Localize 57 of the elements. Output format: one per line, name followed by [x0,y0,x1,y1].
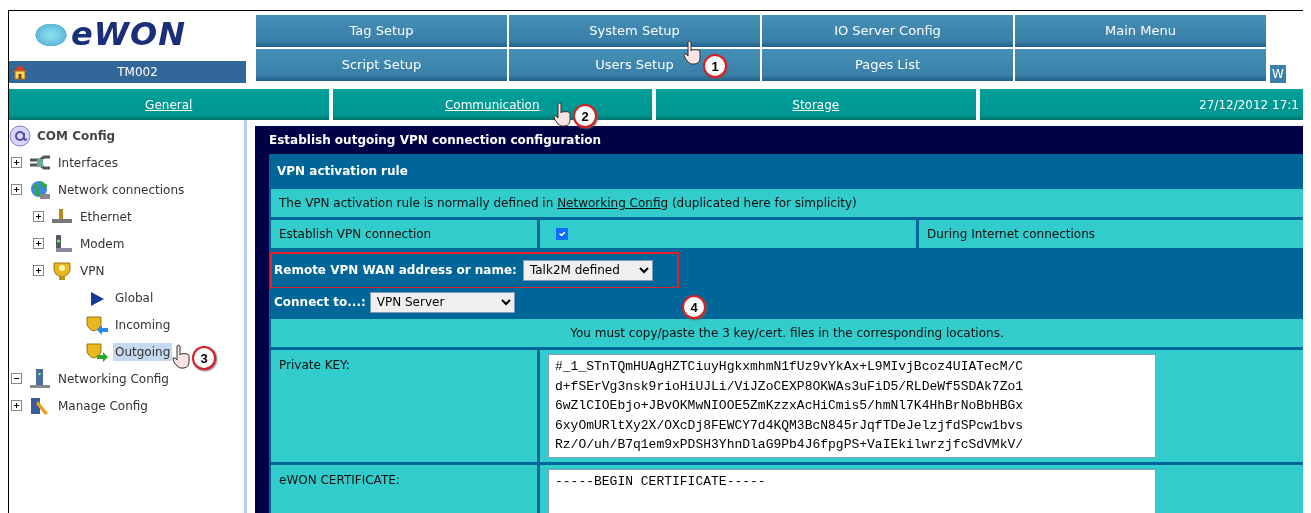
tree-item[interactable]: Manage Config [56,396,150,415]
tree-item[interactable]: Incoming [113,315,173,334]
globe-icon [28,178,52,201]
establish-checkbox[interactable] [556,228,568,240]
tree-item[interactable]: Global [113,288,156,307]
tree-toggle[interactable] [33,211,44,222]
at-sign-icon [9,124,33,147]
logo-text: eWON [71,15,186,53]
corner-text: W [1270,65,1286,83]
tree-item[interactable]: Networking Config [56,369,171,388]
instruction-text: You must copy/paste the 3 key/cert. files in the corresponding locations. [271,319,1303,347]
field-label: Remote VPN WAN address or name: [274,262,517,279]
server-icon [28,367,52,390]
menu-button[interactable]: IO Server Config [762,15,1013,47]
tree-item[interactable]: VPN [78,261,107,280]
shield-right-arrow-icon [85,340,109,363]
tree-item[interactable]: Modem [78,234,127,253]
connect-select[interactable]: VPN Server [369,291,515,313]
networking-config-link[interactable]: Networking Config [557,196,669,210]
tree-toggle[interactable] [33,238,44,249]
hand-cursor-icon [553,102,573,128]
info-sentence: The VPN activation rule is normally defined in Networking Config (duplicated here for simplicity) [279,195,857,212]
tree-item[interactable]: Ethernet [78,207,134,226]
key-text-area[interactable]: -----BEGIN CERTIFICATE----- [548,468,1156,513]
tree-item[interactable]: Interfaces [56,153,120,172]
device-name: TM002 [116,64,159,81]
tree-item[interactable]: Network connections [56,180,187,199]
hand-cursor-icon [172,344,192,370]
menu-button[interactable]: Main Menu [1015,15,1266,47]
menu-button[interactable]: Tag Setup [256,15,507,47]
home-icon [11,63,29,81]
menu-button[interactable]: Pages List [762,49,1013,81]
tree-toggle[interactable] [11,400,22,411]
trophy-shield-icon [50,259,74,282]
tree-toggle[interactable] [11,373,22,384]
key-text-area[interactable]: #_1_STnTQmHUAgHZTCiuyHgkxmhmN1fUz9vYkAx+L9MIvjBcoz4UIATecM/C d+fSErVg3nsk9rioHiUJLi/ViJZoCEXP8OKWAs3uFiD5/RLDeWf5SDAk7Zo1 6wZlCIOEbjo+JBvOKMwNIOOE5ZmKzzxAcHiCmis5/hmNl7K4HhBrNoBbHBGx 6xyOmURltXy2X/OXcDj8FEWCY7d4KQM3BcN845rJqfTDeJelzjfdSPcw1bvs Rz/O/uh/B7q1em9xPDSH3YhnDlaG9Pb4J6fpgPS+VaIEkilwrzjfcSdVMkV/ [548,354,1156,458]
address-select[interactable]: Talk2M defined [522,259,653,281]
menu-button[interactable]: Script Setup [256,49,507,81]
tree-toggle[interactable] [11,184,22,195]
date-text: 27/12/2012 17:1 [1199,96,1299,114]
hand-cursor-icon [683,40,703,66]
subtab-link[interactable]: General [145,95,193,114]
shield-left-arrow-icon [85,313,109,336]
field-label: eWON CERTIFICATE: [271,464,537,513]
tree-root-label: COM Config [37,127,116,145]
tree-toggle[interactable] [11,157,22,168]
panel-title: Establish outgoing VPN connection configuration [269,132,602,149]
field-label: Private KEY: [271,350,537,462]
table-cell: During Internet connections [919,220,1303,248]
subtab-link[interactable]: Storage [792,95,840,114]
tree-toggle[interactable] [33,265,44,276]
tree-item[interactable]: Outgoing [113,342,173,361]
table-cell: Establish VPN connection [271,220,537,248]
subtab-link[interactable]: Communication [444,95,540,114]
field-label: Connect to...: [274,294,366,311]
step-number-badge: 3 [192,346,216,370]
menu-button[interactable]: System Setup [509,15,760,47]
